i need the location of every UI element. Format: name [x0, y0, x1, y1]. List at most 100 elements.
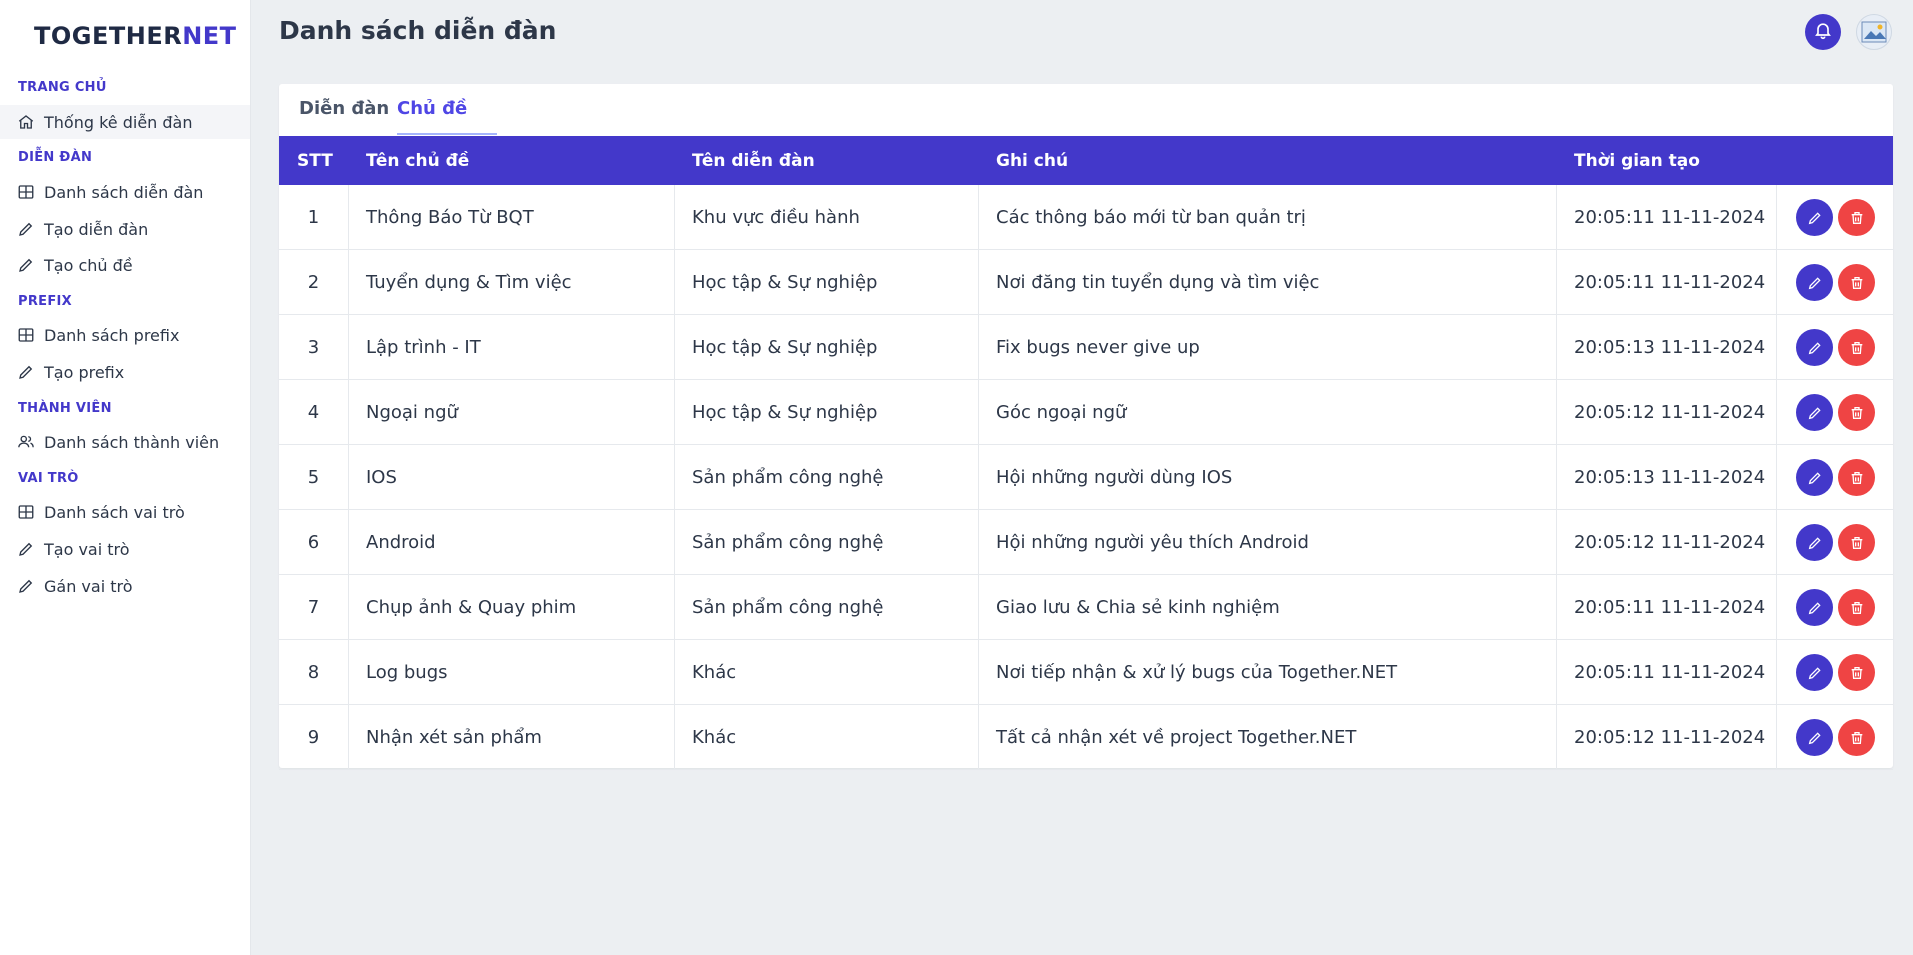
sidebar-item-danh-sach-thanh-vien[interactable]: Danh sách thành viên [0, 425, 250, 459]
sidebar-item-thong-ke[interactable]: Thống kê diễn đàn [0, 105, 250, 139]
delete-button[interactable] [1838, 719, 1875, 756]
edit-button[interactable] [1796, 654, 1833, 691]
pencil-icon [1807, 665, 1823, 681]
edit-button[interactable] [1796, 329, 1833, 366]
cell-created: 20:05:11 11-11-2024 [1574, 271, 1766, 293]
cell-stt: 1 [307, 206, 320, 228]
column-divider [978, 315, 979, 379]
cell-forum: Khác [692, 661, 737, 683]
edit-button[interactable] [1796, 459, 1833, 496]
cell-stt: 6 [307, 531, 320, 553]
column-divider [674, 705, 675, 769]
edit-button[interactable] [1796, 394, 1833, 431]
cell-stt: 8 [307, 661, 320, 683]
cell-created: 20:05:11 11-11-2024 [1574, 596, 1766, 618]
delete-button[interactable] [1838, 654, 1875, 691]
sidebar-item-label: Danh sách diễn đàn [44, 182, 204, 202]
sidebar-item-tao-chu-de[interactable]: Tạo chủ đề [0, 248, 250, 282]
cell-stt: 7 [307, 596, 320, 618]
delete-button[interactable] [1838, 589, 1875, 626]
column-divider [348, 185, 349, 249]
column-divider [978, 185, 979, 249]
sidebar-item-tao-prefix[interactable]: Tạo prefix [0, 355, 250, 389]
column-divider [674, 185, 675, 249]
delete-button[interactable] [1838, 199, 1875, 236]
sidebar-item-label: Tạo prefix [44, 362, 125, 382]
delete-button[interactable] [1838, 264, 1875, 301]
cell-forum: Học tập & Sự nghiệp [692, 401, 878, 423]
column-divider [1776, 185, 1777, 249]
notification-button[interactable] [1805, 14, 1841, 50]
trash-icon [1849, 600, 1865, 616]
trash-icon [1849, 535, 1865, 551]
table-icon [16, 182, 36, 202]
sidebar-item-label: Thống kê diễn đàn [44, 112, 193, 132]
pencil-icon [1807, 405, 1823, 421]
column-header-topic: Tên chủ đề [366, 150, 470, 171]
table-row: 7 Chụp ảnh & Quay phim Sản phẩm công nghệ G… [279, 575, 1893, 640]
table-row: 5 IOS Sản phẩm công nghệ Hội những người dù… [279, 445, 1893, 510]
edit-button[interactable] [1796, 264, 1833, 301]
cell-stt: 4 [307, 401, 320, 423]
pencil-icon [16, 219, 36, 239]
sidebar-item-gan-vai-tro[interactable]: Gán vai trò [0, 569, 250, 603]
trash-icon [1849, 210, 1865, 226]
cell-stt: 9 [307, 726, 320, 748]
sidebar-item-label: Danh sách thành viên [44, 432, 220, 452]
trash-icon [1849, 470, 1865, 486]
trash-icon [1849, 275, 1865, 291]
column-divider [1776, 315, 1777, 379]
delete-button[interactable] [1838, 394, 1875, 431]
cell-topic: Ngoại ngữ [366, 401, 458, 423]
column-divider [1556, 510, 1557, 574]
edit-button[interactable] [1796, 719, 1833, 756]
delete-button[interactable] [1838, 524, 1875, 561]
column-divider [1556, 250, 1557, 314]
column-header-forum: Tên diễn đàn [692, 150, 815, 171]
pencil-icon [16, 362, 36, 382]
table-row: 9 Nhận xét sản phẩm Khác Tất cả nhận xét về… [279, 705, 1893, 770]
pencil-icon [16, 539, 36, 559]
section-thanh-vien: THÀNH VIÊN [18, 401, 112, 416]
cell-topic: Android [366, 531, 436, 553]
sidebar-item-danh-sach-dien-dan[interactable]: Danh sách diễn đàn [0, 175, 250, 209]
delete-button[interactable] [1838, 459, 1875, 496]
pencil-icon [1807, 340, 1823, 356]
app-logo[interactable]: TOGETHERNET [34, 22, 237, 50]
sidebar-item-tao-vai-tro[interactable]: Tạo vai trò [0, 532, 250, 566]
edit-button[interactable] [1796, 524, 1833, 561]
cell-note: Giao lưu & Chia sẻ kinh nghiệm [996, 596, 1280, 618]
table-header: STT Tên chủ đề Tên diễn đàn Ghi chú Thời… [279, 136, 1893, 185]
cell-created: 20:05:13 11-11-2024 [1574, 466, 1766, 488]
cell-note: Tất cả nhận xét về project Together.NET [996, 726, 1357, 748]
column-divider [348, 705, 349, 769]
sidebar-item-danh-sach-vai-tro[interactable]: Danh sách vai trò [0, 495, 250, 529]
column-divider [348, 250, 349, 314]
column-header-note: Ghi chú [996, 150, 1069, 171]
active-tab-indicator [397, 133, 497, 135]
page-title: Danh sách diễn đàn [279, 16, 557, 45]
cell-topic: Lập trình - IT [366, 336, 481, 358]
table-row: 2 Tuyển dụng & Tìm việc Học tập & Sự nghiệ… [279, 250, 1893, 315]
pencil-icon [1807, 600, 1823, 616]
edit-button[interactable] [1796, 199, 1833, 236]
column-divider [1556, 640, 1557, 704]
column-divider [978, 250, 979, 314]
column-divider [1556, 380, 1557, 444]
user-avatar[interactable] [1856, 14, 1892, 50]
sidebar-item-label: Tạo vai trò [44, 539, 130, 559]
edit-button[interactable] [1796, 589, 1833, 626]
delete-button[interactable] [1838, 329, 1875, 366]
column-divider [978, 445, 979, 509]
table-row: 8 Log bugs Khác Nơi tiếp nhận & xử lý bugs … [279, 640, 1893, 705]
sidebar: TOGETHERNET TRANG CHỦ Thống kê diễn đàn … [0, 0, 251, 955]
sidebar-item-danh-sach-prefix[interactable]: Danh sách prefix [0, 318, 250, 352]
tab-chu-de[interactable]: Chủ đề [397, 98, 467, 131]
sidebar-item-tao-dien-dan[interactable]: Tạo diễn đàn [0, 212, 250, 246]
column-divider [348, 380, 349, 444]
column-divider [674, 640, 675, 704]
column-divider [978, 510, 979, 574]
home-icon [16, 112, 36, 132]
tab-dien-dan[interactable]: Diễn đàn [299, 98, 389, 131]
logo-text-main: TOGETHER [34, 22, 183, 50]
